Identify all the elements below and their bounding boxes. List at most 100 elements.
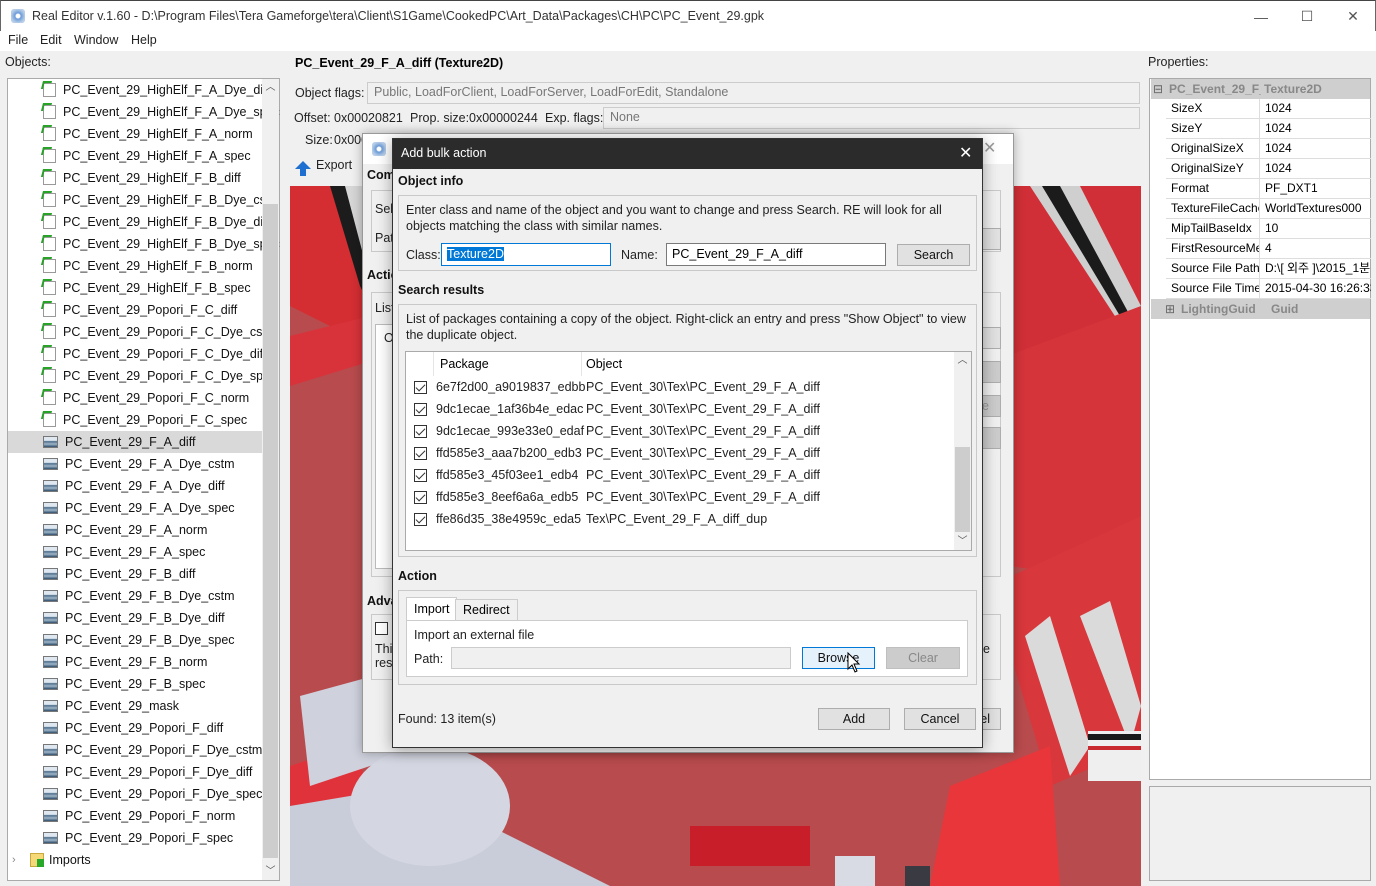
property-row[interactable]: Source File Times 2015-04-30 16:26:33 [1166, 279, 1371, 299]
property-group-header[interactable]: ⊟ PC_Event_29_F_/ Texture2D [1151, 79, 1370, 99]
scroll-up-icon[interactable]: ︿ [954, 352, 971, 369]
property-value[interactable]: 4 [1260, 239, 1371, 258]
tab-redirect[interactable]: Redirect [455, 599, 518, 621]
tree-item[interactable]: PC_Event_29_Popori_F_Dye_diff [8, 761, 263, 783]
dialog-close-button[interactable]: ✕ [959, 143, 972, 163]
scrollbar-thumb[interactable] [955, 447, 970, 532]
browse-button[interactable]: Browse [802, 647, 875, 669]
properties-grid[interactable]: ⊟ PC_Event_29_F_/ Texture2D SizeX 1024 Siz… [1149, 78, 1371, 780]
results-list[interactable]: Package Object 6e7f2d00_a9019837_edbb PC_… [405, 351, 972, 551]
property-row[interactable]: SizeX 1024 [1166, 99, 1371, 119]
property-row[interactable]: Source File Path D:\[ 외주 ]\2015_1분 [1166, 259, 1371, 279]
menu-file[interactable]: File [8, 33, 28, 47]
tree-item[interactable]: PC_Event_29_HighElf_F_B_diff [8, 167, 263, 189]
scrollbar-thumb[interactable] [263, 204, 278, 858]
tree-item[interactable]: PC_Event_29_Popori_F_C_norm [8, 387, 263, 409]
expand-icon[interactable]: ⊞ [1163, 299, 1177, 319]
class-input[interactable]: Texture2D [441, 243, 611, 266]
tree-item[interactable]: PC_Event_29_Popori_F_C_spec [8, 409, 263, 431]
tree-item[interactable]: PC_Event_29_F_A_Dye_diff [8, 475, 263, 497]
property-row[interactable]: MipTailBaseIdx 10 [1166, 219, 1371, 239]
property-value[interactable]: D:\[ 외주 ]\2015_1분 [1260, 259, 1371, 278]
tab-import[interactable]: Import [406, 597, 458, 621]
property-value[interactable]: WorldTextures000 [1260, 199, 1371, 218]
property-subgroup-header[interactable]: ⊞ LightingGuid Guid [1151, 299, 1370, 319]
property-value[interactable]: 10 [1260, 219, 1371, 238]
property-row[interactable]: SizeY 1024 [1166, 119, 1371, 139]
tree-item[interactable]: PC_Event_29_F_B_Dye_cstm [8, 585, 263, 607]
property-value[interactable]: 1024 [1260, 139, 1371, 158]
tree-item[interactable]: PC_Event_29_HighElf_F_A_Dye_diff [8, 79, 270, 101]
result-checkbox[interactable] [414, 380, 427, 394]
result-checkbox[interactable] [414, 490, 427, 504]
result-row[interactable]: ffe86d35_38e4959c_eda5 Tex\PC_Event_29_F_… [406, 508, 951, 530]
tree-item[interactable]: PC_Event_29_Popori_F_Dye_spec [8, 783, 263, 805]
tree-item[interactable]: PC_Event_29_F_B_norm [8, 651, 263, 673]
tree-item[interactable]: PC_Event_29_F_A_diff [8, 431, 263, 453]
tree-item[interactable]: PC_Event_29_mask [8, 695, 263, 717]
result-row[interactable]: 9dc1ecae_1af36b4e_edac PC_Event_30\Tex\PC… [406, 398, 951, 420]
tree-item[interactable]: PC_Event_29_Popori_F_C_Dye_cstm [8, 321, 276, 343]
property-value[interactable]: PF_DXT1 [1260, 179, 1371, 198]
property-row[interactable]: OriginalSizeY 1024 [1166, 159, 1371, 179]
column-header-package[interactable]: Package [434, 352, 582, 376]
bg-dialog-close-icon[interactable]: ✕ [983, 138, 996, 158]
result-row[interactable]: 9dc1ecae_993e33e0_edaf PC_Event_30\Tex\PC… [406, 420, 951, 442]
result-checkbox[interactable] [414, 512, 427, 526]
add-button[interactable]: Add [818, 708, 890, 730]
cancel-button[interactable]: Cancel [904, 708, 976, 730]
object-flags-field[interactable]: Public, LoadForClient, LoadForServer, Lo… [367, 82, 1140, 104]
maximize-button[interactable]: ☐ [1284, 1, 1330, 32]
result-checkbox[interactable] [414, 468, 427, 482]
tree-item[interactable]: PC_Event_29_F_B_Dye_spec [8, 629, 263, 651]
tree-item[interactable]: PC_Event_29_F_B_Dye_diff [8, 607, 263, 629]
tree-item[interactable]: PC_Event_29_Popori_F_spec [8, 827, 263, 849]
menu-help[interactable]: Help [131, 33, 157, 47]
results-scrollbar[interactable]: ︿ ﹀ [954, 352, 971, 550]
tree-item[interactable]: PC_Event_29_F_B_diff [8, 563, 263, 585]
tree-item[interactable]: PC_Event_29_F_A_spec [8, 541, 263, 563]
tree-item[interactable]: PC_Event_29_HighElf_F_B_norm [8, 255, 263, 277]
path-input[interactable] [451, 647, 791, 669]
result-checkbox[interactable] [414, 446, 427, 460]
tree-item[interactable]: PC_Event_29_HighElf_F_A_Dye_spec [8, 101, 280, 123]
tree-item[interactable]: PC_Event_29_Popori_F_C_Dye_spec [8, 365, 276, 387]
tree-item[interactable]: PC_Event_29_HighElf_F_B_spec [8, 277, 263, 299]
property-row[interactable]: TextureFileCache WorldTextures000 [1166, 199, 1371, 219]
tree-item[interactable]: PC_Event_29_Popori_F_diff [8, 717, 263, 739]
tree-item[interactable]: PC_Event_29_F_B_spec [8, 673, 263, 695]
tree-item[interactable]: PC_Event_29_Popori_F_norm [8, 805, 263, 827]
tree-item[interactable]: PC_Event_29_F_A_norm [8, 519, 263, 541]
tree-item[interactable]: PC_Event_29_HighElf_F_B_Dye_spec [8, 233, 280, 255]
tree-item-imports[interactable]: › Imports [8, 849, 263, 871]
tree-item[interactable]: PC_Event_29_F_A_Dye_spec [8, 497, 263, 519]
tree-item[interactable]: PC_Event_29_HighElf_F_B_Dye_cstm [8, 189, 280, 211]
scroll-down-icon[interactable]: ﹀ [954, 533, 971, 550]
search-button[interactable]: Search [897, 244, 970, 266]
property-value[interactable]: 2015-04-30 16:26:33 [1260, 279, 1371, 298]
result-checkbox[interactable] [414, 402, 427, 416]
tree-item[interactable]: PC_Event_29_Popori_F_C_Dye_diff [8, 343, 266, 365]
exp-flags-field[interactable]: None [603, 107, 1140, 129]
property-value[interactable]: 1024 [1260, 159, 1371, 178]
name-input[interactable]: PC_Event_29_F_A_diff [666, 243, 886, 266]
close-button[interactable]: ✕ [1330, 1, 1376, 32]
tree-item[interactable]: PC_Event_29_Popori_F_C_diff [8, 299, 263, 321]
result-row[interactable]: 6e7f2d00_a9019837_edbb PC_Event_30\Tex\PC… [406, 376, 951, 398]
menu-window[interactable]: Window [74, 33, 118, 47]
chevron-right-icon[interactable]: › [12, 854, 22, 866]
result-row[interactable]: ffd585e3_8eef6a6a_edb5 PC_Event_30\Tex\PC… [406, 486, 951, 508]
tree-item[interactable]: PC_Event_29_HighElf_F_A_spec [8, 145, 263, 167]
menu-edit[interactable]: Edit [40, 33, 62, 47]
property-value[interactable]: 1024 [1260, 119, 1371, 138]
scroll-up-icon[interactable]: ︿ [262, 79, 279, 96]
result-checkbox[interactable] [414, 424, 427, 438]
property-value[interactable]: 1024 [1260, 99, 1371, 118]
minimize-button[interactable]: — [1238, 1, 1284, 32]
tree-scrollbar[interactable]: ︿ ﹀ [262, 79, 279, 880]
property-row[interactable]: OriginalSizeX 1024 [1166, 139, 1371, 159]
tree-item[interactable]: PC_Event_29_HighElf_F_A_norm [8, 123, 263, 145]
objects-tree[interactable]: PC_Event_29_HighElf_F_A_Dye_diff PC_Event… [7, 78, 280, 881]
result-row[interactable]: ffd585e3_45f03ee1_edb4 PC_Event_30\Tex\PC… [406, 464, 951, 486]
clear-button[interactable]: Clear [886, 647, 960, 669]
